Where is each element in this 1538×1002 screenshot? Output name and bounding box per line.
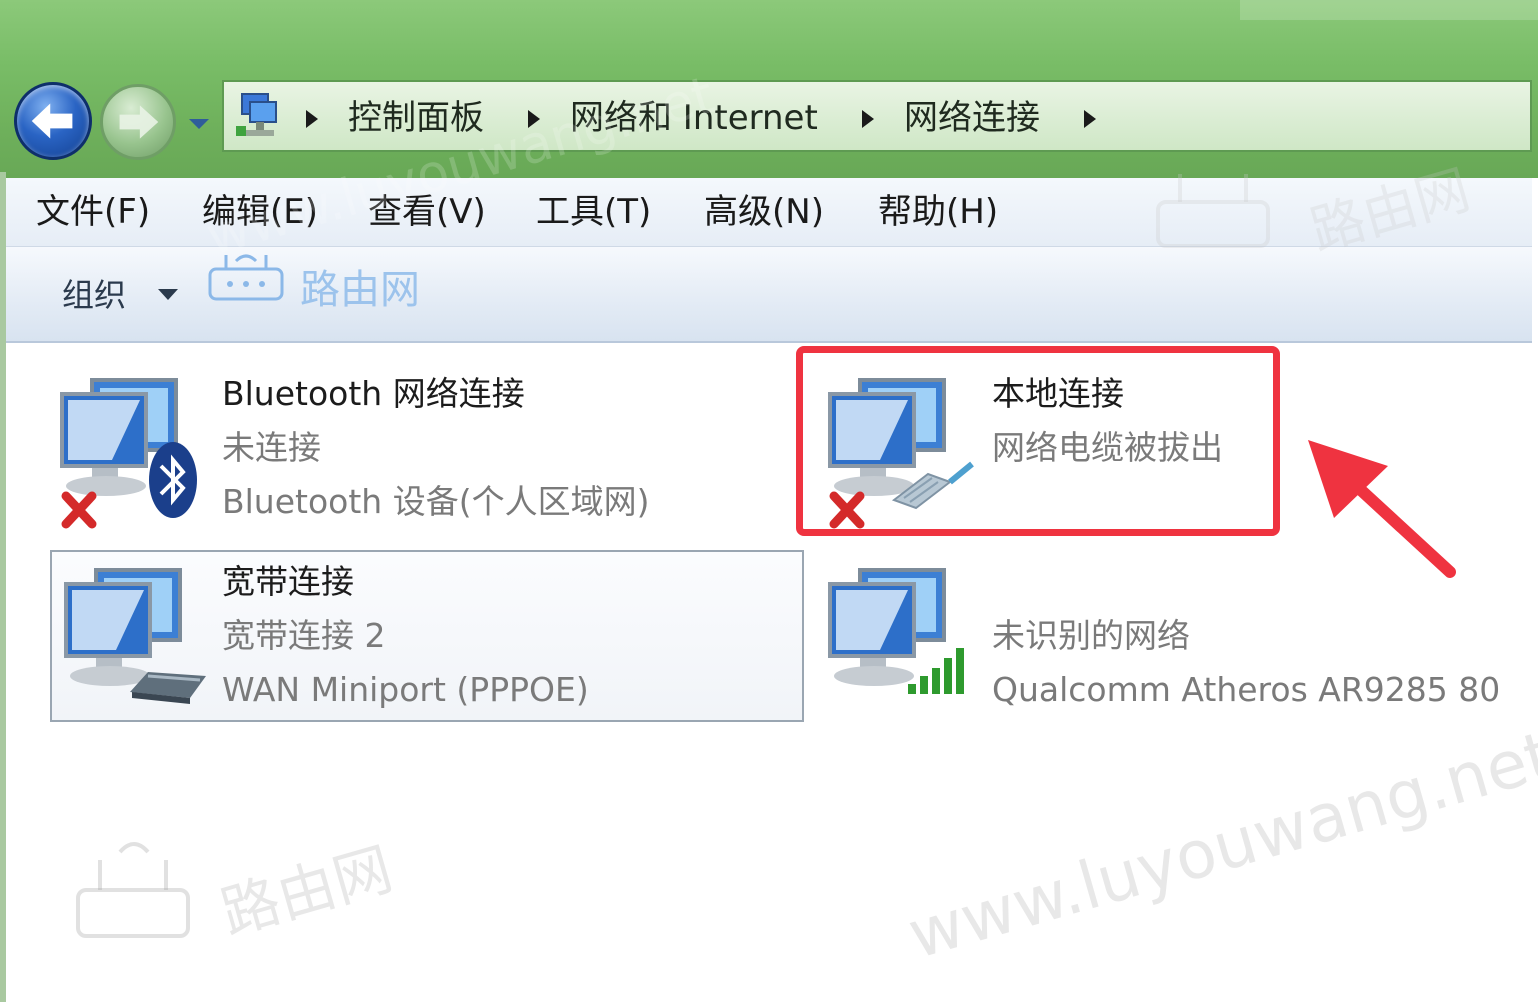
connection-device: Qualcomm Atheros AR9285 80 (992, 670, 1501, 709)
connection-device: Bluetooth 设备(个人区域网) (222, 482, 650, 521)
connection-status: 未识别的网络 (992, 616, 1190, 655)
back-button[interactable] (14, 82, 92, 160)
connection-status: 未连接 (222, 428, 321, 467)
address-bar[interactable]: 控制面板 网络和 Internet 网络连接 (222, 80, 1532, 152)
titlebar-glass (1240, 0, 1538, 20)
connection-device: WAN Miniport (PPPOE) (222, 670, 589, 709)
forward-arrow-icon (119, 105, 159, 139)
connection-tile-bluetooth[interactable]: Bluetooth 网络连接 未连接 Bluetooth 设备(个人区域网) (52, 368, 792, 538)
connection-tile-wireless[interactable]: 未识别的网络 Qualcomm Atheros AR9285 80 (820, 560, 1532, 720)
menu-advanced[interactable]: 高级(N) (704, 192, 824, 232)
organize-button[interactable]: 组织 (62, 275, 126, 315)
watermark-logo-text: 路由网 (300, 267, 420, 313)
menu-file[interactable]: 文件(F) (36, 192, 150, 232)
network-connections-icon (236, 93, 277, 136)
breadcrumb-separator-icon[interactable] (1084, 110, 1096, 128)
connection-name: 宽带连接 (222, 562, 354, 601)
modem-icon (130, 672, 206, 704)
forward-button[interactable] (100, 84, 176, 160)
menu-tools[interactable]: 工具(T) (536, 192, 651, 232)
breadcrumb-separator-icon[interactable] (862, 110, 874, 128)
back-arrow-icon (31, 103, 73, 139)
breadcrumb-network-connections[interactable]: 网络连接 (904, 98, 1040, 138)
router-watermark-icon (1156, 174, 1270, 248)
wifi-signal-icon (908, 648, 964, 694)
breadcrumb-control-panel[interactable]: 控制面板 (348, 98, 484, 138)
breadcrumb-separator-icon[interactable] (306, 110, 318, 128)
connection-name: Bluetooth 网络连接 (222, 374, 525, 413)
history-dropdown-icon[interactable] (184, 108, 214, 138)
connection-tile-broadband[interactable]: 宽带连接 宽带连接 2 WAN Miniport (PPPOE) (50, 550, 804, 722)
organize-dropdown-icon[interactable] (158, 289, 178, 300)
menu-help[interactable]: 帮助(H) (878, 192, 998, 232)
annotation-highlight-box (796, 346, 1280, 536)
router-watermark-icon (76, 842, 190, 938)
bluetooth-icon (149, 442, 197, 518)
connection-status: 宽带连接 2 (222, 616, 386, 655)
